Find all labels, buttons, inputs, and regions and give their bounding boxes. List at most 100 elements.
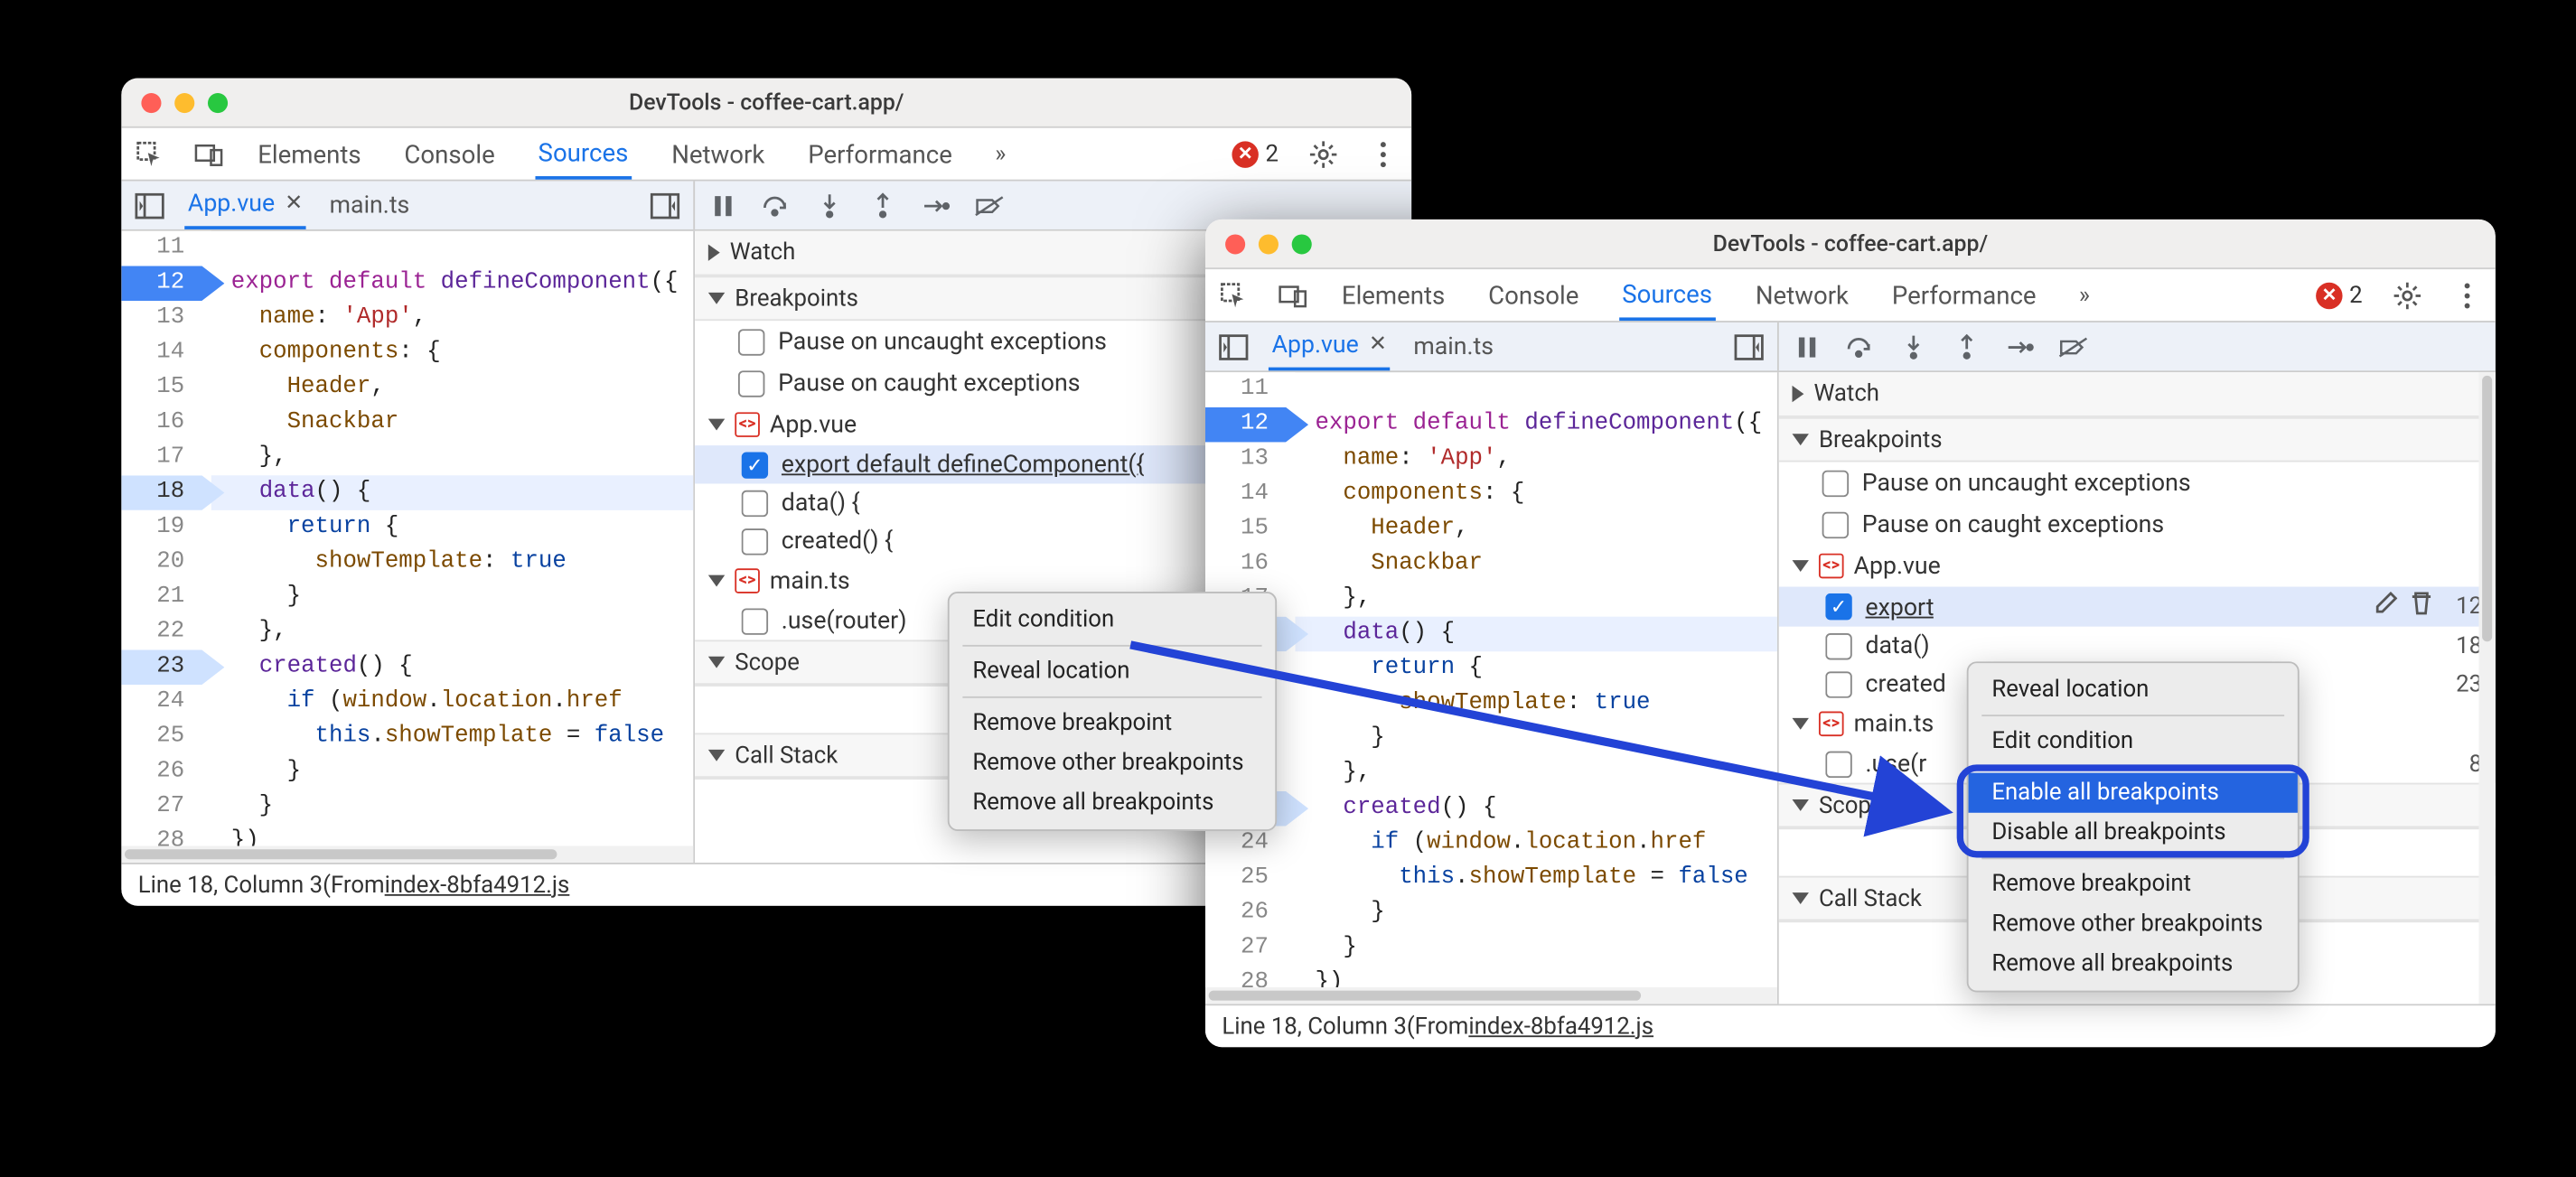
window-title: DevTools - coffee-cart.app/ <box>121 89 1411 115</box>
tab-sources[interactable]: Sources <box>535 128 632 180</box>
close-window-icon[interactable] <box>141 92 161 112</box>
error-icon: ✕ <box>2316 282 2342 308</box>
code-body[interactable]: export default defineComponent({ name: '… <box>211 231 694 846</box>
checkbox-icon <box>1822 470 1849 496</box>
source-map-link[interactable]: index-8bfa4912.js <box>385 872 570 898</box>
file-tab-appvue[interactable]: App.vue✕ <box>1269 322 1391 370</box>
tab-elements[interactable]: Elements <box>255 128 365 180</box>
step-icon[interactable] <box>921 191 951 220</box>
cursor-position: Line 18, Column 3 <box>138 872 323 898</box>
horizontal-scrollbar[interactable] <box>121 846 693 863</box>
chevron-down-icon <box>708 293 725 304</box>
vertical-scrollbar[interactable] <box>2478 372 2495 1004</box>
ctx-remove-breakpoint[interactable]: Remove breakpoint <box>950 703 1276 743</box>
checkbox-icon <box>738 369 764 396</box>
chevron-down-icon <box>708 419 725 431</box>
breakpoint-file-appvue[interactable]: <>App.vue <box>1779 546 2496 587</box>
error-count[interactable]: ✕2 <box>1232 140 1279 166</box>
ctx-remove-all[interactable]: Remove all breakpoints <box>1969 944 2298 984</box>
traffic-lights[interactable] <box>1225 234 1312 254</box>
pause-caught-checkbox[interactable]: Pause on caught exceptions <box>1779 504 2496 546</box>
navigator-toggle-icon[interactable] <box>1219 332 1249 361</box>
ctx-edit-condition[interactable]: Edit condition <box>1969 722 2298 761</box>
file-tab-maints[interactable]: main.ts <box>326 182 413 229</box>
status-bar: Line 18, Column 3 (From index-8bfa4912.j… <box>1205 1004 2496 1047</box>
tab-console[interactable]: Console <box>1485 269 1582 321</box>
ctx-reveal-location[interactable]: Reveal location <box>950 651 1276 691</box>
ctx-remove-all[interactable]: Remove all breakpoints <box>950 783 1276 823</box>
step-out-icon[interactable] <box>1952 332 1981 361</box>
inspect-icon[interactable] <box>135 139 164 169</box>
breakpoints-header[interactable]: Breakpoints <box>1779 417 2496 462</box>
close-icon[interactable]: ✕ <box>285 191 303 217</box>
edit-icon[interactable] <box>2375 592 2398 621</box>
debugger-toggle-icon[interactable] <box>1734 332 1764 361</box>
tab-network[interactable]: Network <box>1752 269 1852 321</box>
window-titlebar: DevTools - coffee-cart.app/ <box>1205 220 2496 269</box>
step-out-icon[interactable] <box>867 191 897 220</box>
device-toggle-icon[interactable] <box>1279 280 1308 310</box>
ctx-reveal-location[interactable]: Reveal location <box>1969 670 2298 710</box>
traffic-lights[interactable] <box>141 92 228 112</box>
pause-icon[interactable] <box>1793 332 1822 361</box>
tab-performance[interactable]: Performance <box>1888 269 2039 321</box>
maximize-window-icon[interactable] <box>208 92 228 112</box>
tab-elements[interactable]: Elements <box>1338 269 1448 321</box>
ctx-edit-condition[interactable]: Edit condition <box>950 600 1276 640</box>
close-window-icon[interactable] <box>1225 234 1245 254</box>
inspect-icon[interactable] <box>1219 280 1249 310</box>
step-over-icon[interactable] <box>762 191 792 220</box>
ctx-remove-other[interactable]: Remove other breakpoints <box>1969 904 2298 944</box>
deactivate-breakpoints-icon[interactable] <box>2058 332 2088 361</box>
ctx-remove-breakpoint[interactable]: Remove breakpoint <box>1969 864 2298 904</box>
step-into-icon[interactable] <box>815 191 845 220</box>
code-editor[interactable]: 111213141516171819202122232425262728 exp… <box>1205 372 1777 987</box>
step-into-icon[interactable] <box>1898 332 1928 361</box>
kebab-icon[interactable] <box>2452 280 2482 310</box>
gear-icon[interactable] <box>1308 139 1338 169</box>
navigator-toggle-icon[interactable] <box>135 191 164 220</box>
watch-header[interactable]: Watch <box>1779 372 2496 417</box>
delete-icon[interactable] <box>2411 592 2432 621</box>
checkbox-icon <box>1825 751 1851 777</box>
file-tab-maints[interactable]: main.ts <box>1410 322 1497 370</box>
pause-uncaught-checkbox[interactable]: Pause on uncaught exceptions <box>1779 462 2496 504</box>
cursor-position: Line 18, Column 3 <box>1222 1013 1406 1039</box>
close-icon[interactable]: ✕ <box>1369 332 1387 358</box>
panel-tabs: Elements Console Sources Network Perform… <box>1338 269 2039 321</box>
ctx-remove-other[interactable]: Remove other breakpoints <box>950 743 1276 782</box>
minimize-window-icon[interactable] <box>174 92 194 112</box>
chevron-down-icon <box>1793 799 1809 811</box>
pause-icon[interactable] <box>708 191 738 220</box>
tab-console[interactable]: Console <box>401 128 499 180</box>
checkbox-icon <box>742 490 768 516</box>
debugger-toggle-icon[interactable] <box>650 191 679 220</box>
context-menu-after: Reveal location Edit condition Enable al… <box>1967 661 2300 992</box>
deactivate-breakpoints-icon[interactable] <box>974 191 1004 220</box>
error-count[interactable]: ✕2 <box>2316 282 2362 308</box>
more-tabs-icon[interactable]: » <box>986 139 1016 169</box>
breakpoint-row-data[interactable]: data()18 <box>1779 627 2496 665</box>
device-toggle-icon[interactable] <box>194 139 224 169</box>
minimize-window-icon[interactable] <box>1259 234 1279 254</box>
file-tab-appvue[interactable]: App.vue✕ <box>184 182 306 229</box>
code-editor[interactable]: 111213141516171819202122232425262728 exp… <box>121 231 693 846</box>
checkbox-checked-icon: ✓ <box>742 452 768 478</box>
tab-network[interactable]: Network <box>669 128 769 180</box>
maximize-window-icon[interactable] <box>1292 234 1312 254</box>
step-icon[interactable] <box>2005 332 2035 361</box>
ctx-enable-all[interactable]: Enable all breakpoints <box>1969 773 2298 813</box>
kebab-icon[interactable] <box>1368 139 1398 169</box>
source-map-link[interactable]: index-8bfa4912.js <box>1468 1013 1653 1039</box>
step-over-icon[interactable] <box>1845 332 1875 361</box>
editor-column: 111213141516171819202122232425262728 exp… <box>1205 372 1779 1004</box>
breakpoint-row-export[interactable]: ✓export 12 <box>1779 587 2496 627</box>
tab-sources[interactable]: Sources <box>1619 269 1716 321</box>
code-body[interactable]: export default defineComponent({ name: '… <box>1295 372 1777 987</box>
horizontal-scrollbar[interactable] <box>1205 987 1777 1004</box>
ctx-disable-all[interactable]: Disable all breakpoints <box>1969 813 2298 853</box>
tab-performance[interactable]: Performance <box>805 128 956 180</box>
line-gutter[interactable]: 111213141516171819202122232425262728 <box>121 231 211 846</box>
more-tabs-icon[interactable]: » <box>2069 280 2099 310</box>
gear-icon[interactable] <box>2393 280 2422 310</box>
